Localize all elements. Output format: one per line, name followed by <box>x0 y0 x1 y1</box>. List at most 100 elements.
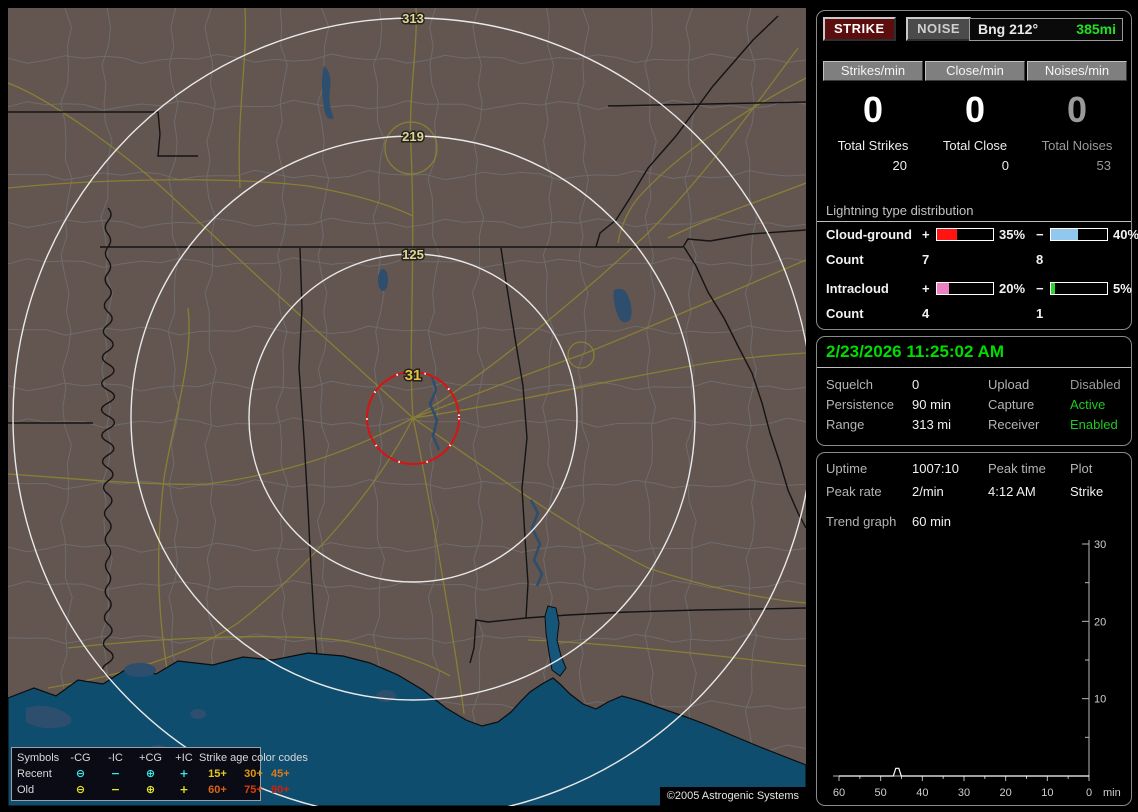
ic-negative-bar <box>1050 282 1108 295</box>
range-label: Range <box>826 417 865 432</box>
minus-sign: − <box>1036 227 1044 242</box>
plus-sign: + <box>922 227 930 242</box>
bearing-value: Bng 212° <box>978 21 1039 37</box>
svg-text:30: 30 <box>1094 539 1106 551</box>
old-neg-ic-icon: − <box>110 783 121 796</box>
upload-status: Disabled <box>1070 377 1121 392</box>
legend-neg-cg-header: -CG <box>70 752 91 764</box>
svg-text:30: 30 <box>958 787 970 799</box>
svg-text:40: 40 <box>916 787 928 799</box>
close-per-min-button[interactable]: Close/min <box>925 61 1025 81</box>
svg-text:50: 50 <box>875 787 887 799</box>
datetime-display: 2/23/2026 11:25:02 AM <box>826 342 1004 361</box>
intracloud-count-row: Count 4 1 <box>826 306 1126 321</box>
recent-neg-cg-icon: ⊖ <box>75 767 86 780</box>
squelch-label: Squelch <box>826 377 873 392</box>
persistence-value: 90 min <box>912 397 952 412</box>
plot-mode-value: Strike <box>1070 484 1104 499</box>
cloud-ground-row: Cloud-ground + 35% − 40% <box>826 227 1138 242</box>
old-pos-ic-icon: + <box>179 783 189 796</box>
total-noises-label: Total Noises <box>1041 138 1113 153</box>
minus-sign: − <box>1036 281 1044 296</box>
age-90: 90+ <box>271 784 290 796</box>
trend-box: Uptime 1007:10 Peak time Plot Peak rate … <box>816 452 1132 806</box>
capture-label: Capture <box>988 397 1035 412</box>
copyright-notice: ©2005 Astrogenic Systems <box>659 787 806 806</box>
ic-positive-bar <box>936 282 994 295</box>
legend-recent-label: Recent <box>17 768 52 780</box>
intracloud-label: Intracloud <box>826 281 889 296</box>
cg-positive-percent: 35% <box>999 227 1026 242</box>
recent-neg-ic-icon: − <box>110 767 121 780</box>
legend-pos-ic-header: +IC <box>175 752 193 764</box>
app-window: 313 219 125 31 Symbols -CG -IC +CG +IC S… <box>0 0 1138 812</box>
noises-per-min-button[interactable]: Noises/min <box>1027 61 1127 81</box>
ring-label-125: 125 <box>402 247 424 262</box>
ic-negative-count: 1 <box>1036 306 1044 321</box>
range-value: 313 mi <box>912 417 952 432</box>
receiver-status: Enabled <box>1070 417 1118 432</box>
old-pos-cg-icon: ⊕ <box>145 783 156 796</box>
legend-pos-cg-header: +CG <box>139 752 162 764</box>
peak-rate-label: Peak rate <box>826 484 882 499</box>
peak-time-label: Peak time <box>988 461 1046 476</box>
ic-positive-count: 4 <box>922 306 930 321</box>
svg-text:min: min <box>1103 787 1121 799</box>
svg-text:10: 10 <box>1041 787 1053 799</box>
cg-negative-percent: 40% <box>1113 227 1138 242</box>
side-panel: STRIKE NOISE Bng 212° 385mi Strikes/min … <box>812 0 1138 812</box>
cg-negative-bar <box>1050 228 1108 241</box>
strikes-rate-value: 0 <box>862 89 884 130</box>
radar-map[interactable]: 313 219 125 31 Symbols -CG -IC +CG +IC S… <box>8 8 806 806</box>
trend-graph-label: Trend graph <box>826 514 897 529</box>
plot-label: Plot <box>1070 461 1093 476</box>
age-45: 45+ <box>271 768 290 780</box>
legend-neg-ic-header: -IC <box>108 752 123 764</box>
upload-label: Upload <box>988 377 1030 392</box>
ic-negative-percent: 5% <box>1113 281 1132 296</box>
total-strikes-value: 20 <box>892 158 907 173</box>
strike-toggle-button[interactable]: STRIKE <box>823 17 896 41</box>
close-rate-value: 0 <box>964 89 986 130</box>
svg-text:10: 10 <box>1094 694 1106 706</box>
trend-window-value: 60 min <box>912 514 952 529</box>
strikes-counter: Strikes/min 0 Total Strikes 20 <box>823 61 923 173</box>
plus-sign: + <box>922 281 930 296</box>
bearing-readout: Bng 212° 385mi <box>969 18 1123 41</box>
peak-rate-value: 2/min <box>912 484 944 499</box>
uptime-value: 1007:10 <box>912 461 959 476</box>
legend-old-label: Old <box>17 784 35 796</box>
svg-text:20: 20 <box>1094 616 1106 628</box>
total-strikes-label: Total Strikes <box>837 138 909 153</box>
status-row: Persistence 90 min Capture Active <box>826 397 1126 412</box>
close-counter: Close/min 0 Total Close 0 <box>925 61 1025 173</box>
peak-time-value: 4:12 AM <box>988 484 1036 499</box>
noises-counter: Noises/min 0 Total Noises 53 <box>1027 61 1127 173</box>
counters-box: STRIKE NOISE Bng 212° 385mi Strikes/min … <box>816 10 1138 330</box>
recent-pos-ic-icon: + <box>179 767 189 780</box>
symbol-legend: Symbols -CG -IC +CG +IC Strike age color… <box>11 747 308 801</box>
bearing-distance: 385mi <box>1076 21 1116 37</box>
age-60: 60+ <box>208 784 227 796</box>
age-15: 15+ <box>208 768 227 780</box>
cg-negative-count: 8 <box>1036 252 1044 267</box>
total-close-label: Total Close <box>942 138 1008 153</box>
svg-text:0: 0 <box>1086 787 1092 799</box>
count-label: Count <box>826 252 864 267</box>
strikes-per-min-button[interactable]: Strikes/min <box>823 61 923 81</box>
cg-positive-bar <box>936 228 994 241</box>
cloud-ground-count-row: Count 7 8 <box>826 252 1126 267</box>
old-neg-cg-icon: ⊖ <box>75 783 86 796</box>
recent-pos-cg-icon: ⊕ <box>145 767 156 780</box>
map-canvas: 313 219 125 31 <box>8 8 806 806</box>
distribution-title: Lightning type distribution <box>826 203 974 218</box>
ic-positive-percent: 20% <box>999 281 1026 296</box>
age-75: 75+ <box>244 784 263 796</box>
noise-toggle-button[interactable]: NOISE <box>906 17 972 41</box>
status-row: Range 313 mi Receiver Enabled <box>826 417 1126 432</box>
datetime-divider <box>817 367 1131 368</box>
cg-positive-count: 7 <box>922 252 930 267</box>
ring-label-31: 31 <box>405 367 422 384</box>
intracloud-row: Intracloud + 20% − 5% <box>826 281 1132 296</box>
legend-age-header: Strike age color codes <box>199 752 308 764</box>
